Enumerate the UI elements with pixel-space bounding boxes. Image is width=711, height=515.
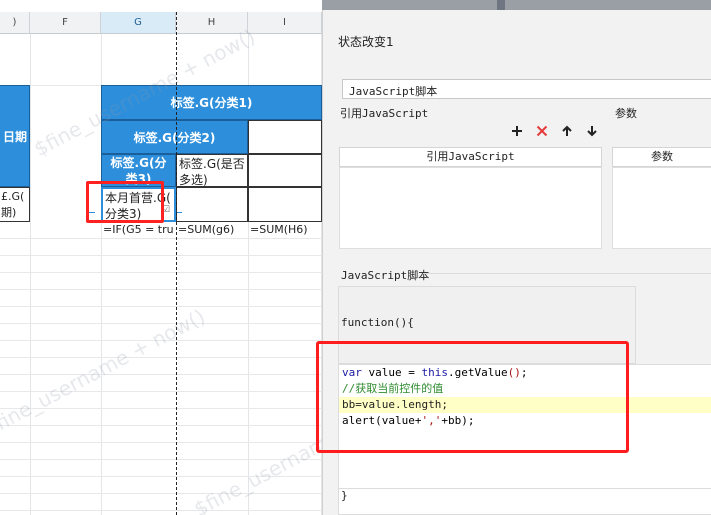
cell-empty[interactable]	[248, 187, 322, 222]
cell-multiselect-line1: 标签.G(是否	[179, 157, 245, 171]
grid-line	[0, 374, 322, 375]
annotation-code-box	[316, 341, 629, 453]
watermark: $fine_username + now()	[0, 304, 210, 442]
cell-left-header[interactable]: 日期	[0, 85, 30, 187]
cell-formula-g[interactable]: =IF(G5 = tru	[103, 222, 175, 238]
annotation-highlight-box	[86, 181, 164, 223]
cell-category3-line1: 标签.G(分	[110, 155, 167, 170]
cell-formula-h[interactable]: =SUM(g6)	[178, 222, 247, 238]
cross-icon[interactable]	[533, 122, 551, 140]
function-close: }	[341, 489, 348, 502]
cell-empty[interactable]	[248, 120, 322, 154]
grid-line	[0, 255, 322, 256]
cell-empty[interactable]	[176, 187, 248, 222]
column-header-prev[interactable]: )	[0, 12, 30, 34]
section-divider	[423, 273, 711, 274]
cell-left-value-line2: 期)	[1, 206, 17, 219]
panel-title: 状态改变1	[338, 35, 394, 49]
script-type-value: JavaScript脚本	[349, 85, 438, 98]
grid-line	[0, 442, 322, 443]
ref-js-table-body[interactable]	[339, 167, 602, 249]
top-bar-indicator	[497, 0, 505, 10]
ref-js-label: 引用JavaScript	[340, 107, 429, 120]
grid-line	[0, 425, 322, 426]
plus-icon[interactable]	[508, 122, 526, 140]
cell-multiselect-header[interactable]: 标签.G(是否 多选)	[176, 154, 248, 187]
cell-formula-i[interactable]: =SUM(H6)	[250, 222, 320, 238]
spreadsheet-area[interactable]: ) F G H I 日期 £.G( 期) 标签.G(分类1) 标签.G(分类2)…	[0, 0, 322, 515]
cell-empty[interactable]	[248, 154, 322, 187]
column-header-f[interactable]: F	[30, 12, 101, 34]
function-open: function(){	[341, 316, 414, 329]
cell-multiselect-line2: 多选)	[179, 173, 208, 187]
params-table-body[interactable]	[612, 167, 711, 249]
grid-line	[0, 510, 322, 511]
grid-line	[0, 272, 322, 273]
arrow-down-icon[interactable]	[583, 122, 601, 140]
script-type-select[interactable]: JavaScript脚本	[342, 79, 711, 99]
grid-line	[0, 357, 322, 358]
cell-category2-header[interactable]: 标签.G(分类2)	[101, 120, 248, 154]
grid-line	[0, 493, 322, 494]
params-table-header[interactable]: 参数	[612, 147, 711, 167]
params-label: 参数	[615, 107, 637, 120]
grid-line	[0, 306, 322, 307]
function-footer-area: }	[338, 489, 711, 515]
grid-line	[0, 289, 322, 290]
cell-left-value[interactable]: £.G( 期)	[0, 187, 30, 222]
cell-left-value-line1: £.G(	[1, 190, 25, 203]
script-section-label: JavaScript脚本	[341, 269, 430, 282]
grid-line	[0, 238, 322, 239]
watermark: $fine_username + now()	[190, 384, 322, 515]
column-header-i[interactable]: I	[248, 12, 322, 34]
column-header-g[interactable]: G	[101, 12, 176, 34]
ref-js-table-header[interactable]: 引用JavaScript	[339, 147, 602, 167]
arrow-up-icon[interactable]	[558, 122, 576, 140]
